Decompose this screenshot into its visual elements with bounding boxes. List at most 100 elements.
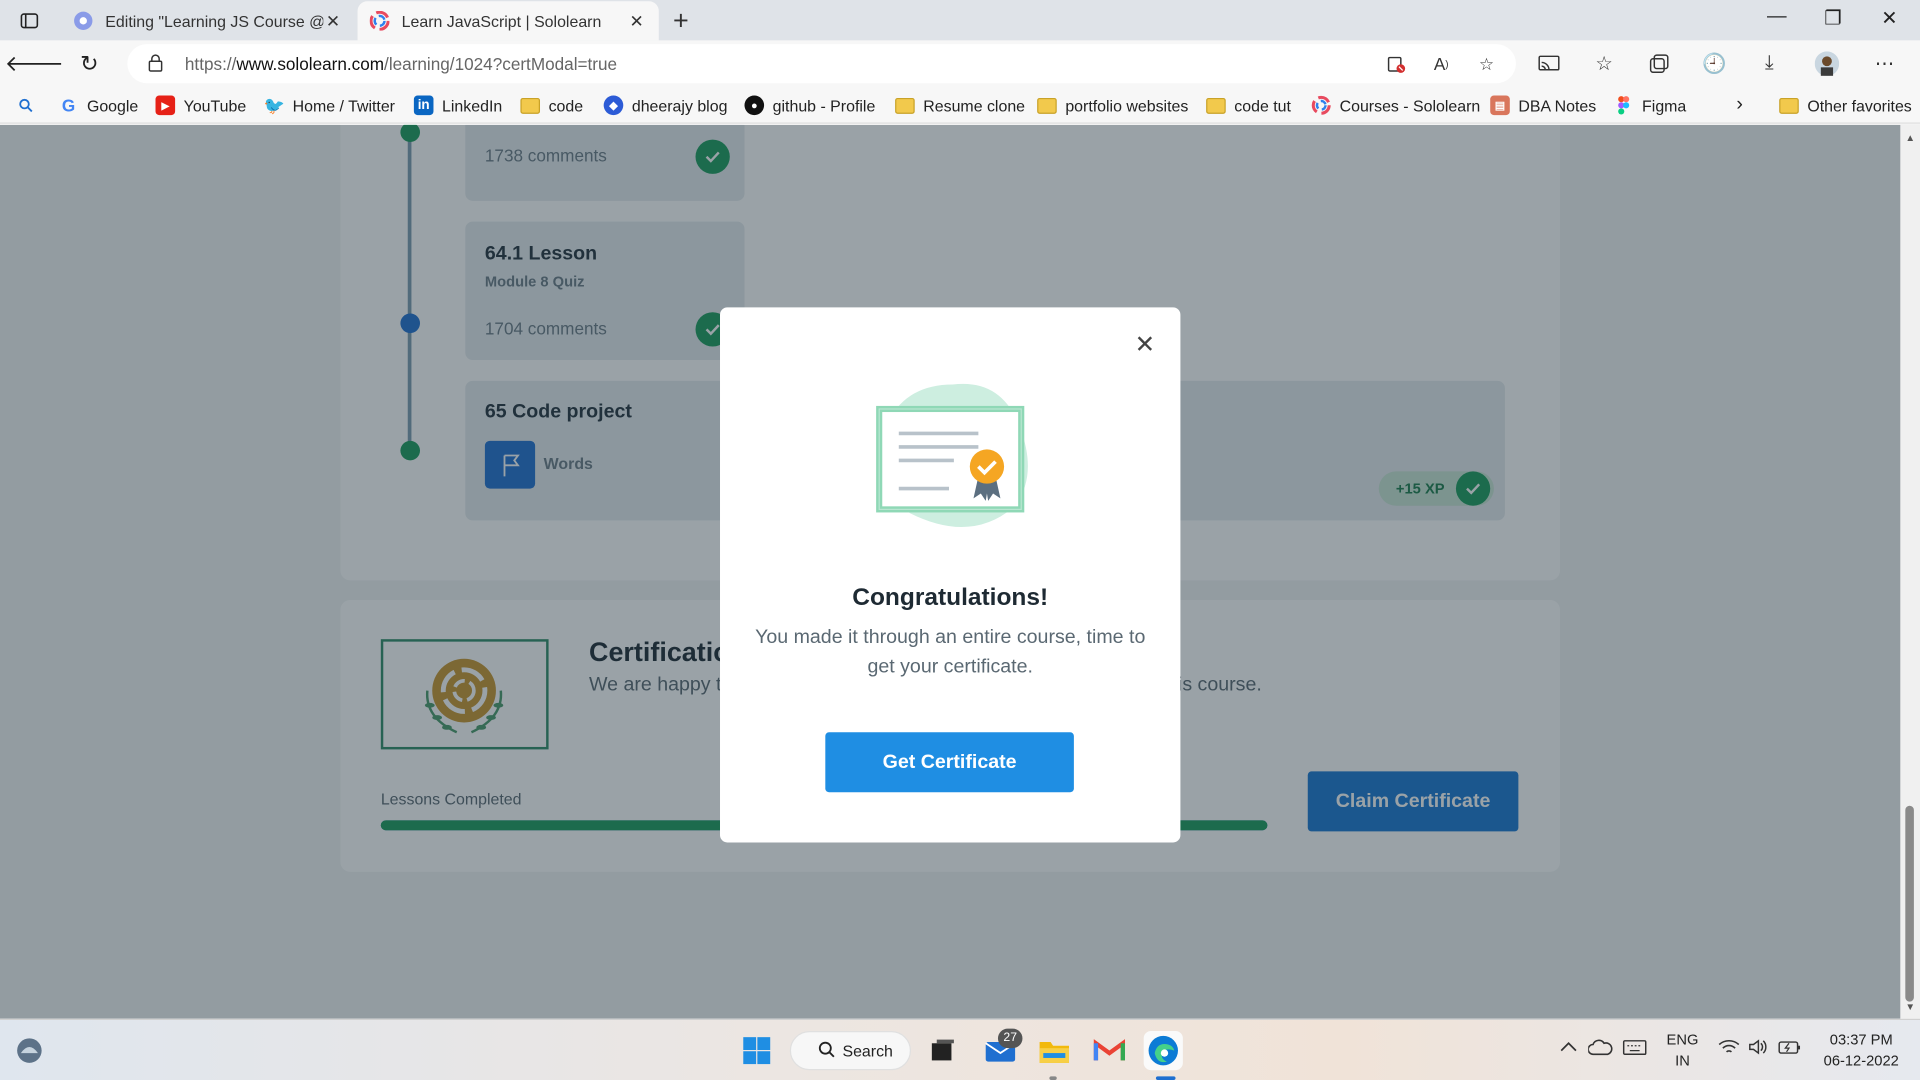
task-view-icon[interactable] — [923, 1031, 962, 1070]
certificate-illustration-icon — [876, 383, 1028, 527]
blocked-popup-icon[interactable] — [1384, 51, 1408, 75]
favorite-twitter[interactable]: 🐦 Home / Twitter — [264, 94, 395, 116]
tab-title: Learn JavaScript | Sololearn — [401, 11, 602, 31]
modal-message: You made it through an entire course, ti… — [755, 626, 1146, 678]
start-icon[interactable] — [737, 1031, 776, 1070]
read-aloud-icon[interactable]: A) — [1429, 51, 1453, 75]
tab-close-icon[interactable]: ✕ — [323, 10, 343, 31]
favorite-label: YouTube — [183, 96, 247, 115]
tab-actions-icon[interactable] — [12, 7, 46, 34]
favorite-github[interactable]: ● github - Profile — [744, 94, 875, 116]
add-favorite-icon[interactable]: ☆ — [1474, 51, 1498, 75]
mail-notification-badge: 27 — [997, 1028, 1023, 1049]
address-bar[interactable]: https://www.sololearn.com/learning/1024?… — [127, 44, 1516, 84]
tab-strip: Editing "Learning JS Course @Sc ✕ Learn … — [0, 0, 1920, 41]
language-indicator[interactable]: ENG IN — [1660, 1030, 1704, 1072]
clock-date: 06-12-2022 — [1823, 1051, 1899, 1069]
back-button[interactable]: 🡐 — [5, 49, 64, 78]
favorite-google[interactable]: G Google — [59, 94, 138, 116]
url-text[interactable]: https://www.sololearn.com/learning/1024?… — [185, 54, 617, 74]
onedrive-cloud-icon[interactable] — [1587, 1038, 1613, 1059]
language-code: ENG — [1666, 1031, 1699, 1049]
url-path: /learning/1024?certModal=true — [384, 53, 618, 74]
favorites-more-chevron-icon[interactable]: › — [1736, 94, 1743, 116]
favorite-code-folder[interactable]: code — [520, 94, 583, 116]
notes-icon: ▤ — [1490, 95, 1510, 116]
url-domain: www.sololearn.com — [236, 53, 385, 74]
page-scrollbar[interactable]: ▲ ▼ — [1900, 124, 1920, 1019]
favorites-icon[interactable]: ☆ — [1591, 50, 1618, 77]
linkedin-icon: in — [413, 95, 434, 116]
favorite-figma[interactable]: Figma — [1614, 94, 1686, 116]
scroll-down-icon[interactable]: ▼ — [1905, 1002, 1915, 1013]
region-code: IN — [1675, 1051, 1690, 1069]
refresh-button[interactable]: ↻ — [75, 49, 104, 78]
lock-icon[interactable] — [147, 53, 164, 73]
active-app-indicator — [1155, 1076, 1176, 1080]
history-icon[interactable]: 🕘 — [1701, 50, 1728, 77]
url-prefix: https:// — [184, 53, 237, 74]
favorite-youtube[interactable]: ▶ YouTube — [155, 94, 247, 116]
edge-browser-icon[interactable] — [1143, 1031, 1183, 1071]
keyboard-icon[interactable] — [1622, 1038, 1647, 1059]
scroll-up-icon[interactable]: ▲ — [1905, 132, 1915, 143]
github-icon: ● — [744, 95, 765, 116]
new-tab-button[interactable]: + — [667, 5, 694, 37]
favorite-blog[interactable]: ◆ dheerajy blog — [603, 94, 728, 116]
favorite-dba-notes[interactable]: ▤ DBA Notes — [1490, 94, 1596, 116]
sololearn-icon — [1311, 95, 1331, 115]
folder-icon — [1037, 96, 1057, 116]
favorite-resume-folder[interactable]: Resume clone — [895, 94, 1025, 116]
file-explorer-icon[interactable] — [1035, 1031, 1074, 1070]
open-app-indicator — [1049, 1076, 1057, 1080]
wifi-icon[interactable] — [1718, 1038, 1740, 1059]
tab-editing[interactable]: Editing "Learning JS Course @Sc ✕ — [61, 1, 355, 40]
search-label: Search — [842, 1041, 893, 1060]
download-icon[interactable]: ⤓ — [1756, 50, 1783, 77]
get-certificate-button[interactable]: Get Certificate — [825, 732, 1074, 793]
favorite-linkedin[interactable]: in LinkedIn — [413, 94, 503, 116]
favorite-other-folder[interactable]: Other favorites — [1779, 94, 1912, 116]
favorite-label: code — [548, 96, 584, 115]
tab-close-icon[interactable]: ✕ — [627, 10, 647, 31]
favorite-codetut-folder[interactable]: code tut — [1206, 94, 1291, 116]
sololearn-favicon-icon — [369, 11, 390, 31]
folder-icon — [1206, 96, 1226, 116]
favorite-label: LinkedIn — [442, 96, 503, 115]
favorite-label: dheerajy blog — [631, 96, 728, 115]
favorite-portfolio-folder[interactable]: portfolio websites — [1037, 94, 1188, 116]
favorite-label: code tut — [1234, 96, 1291, 115]
collections-icon[interactable] — [1646, 50, 1673, 77]
taskbar-search[interactable]: Search — [789, 1031, 912, 1071]
widgets-icon[interactable] — [10, 1031, 49, 1070]
minimize-button[interactable]: — — [1749, 6, 1805, 28]
cast-icon[interactable] — [1536, 50, 1563, 77]
close-icon[interactable]: ✕ — [1133, 329, 1157, 360]
clock[interactable]: 03:37 PM 06-12-2022 — [1812, 1030, 1910, 1072]
favorites-search-icon[interactable] — [18, 94, 33, 116]
favorite-label: Courses - Sololearn — [1339, 96, 1481, 115]
favorite-label: DBA Notes — [1518, 96, 1597, 115]
avatar[interactable] — [1813, 50, 1840, 77]
certificate-modal: ✕ Congratulations! You made it through a… — [720, 307, 1181, 843]
restore-button[interactable]: ❐ — [1805, 6, 1861, 30]
tab-sololearn[interactable]: Learn JavaScript | Sololearn ✕ — [357, 1, 659, 41]
favorite-label: Google — [86, 96, 139, 115]
volume-icon[interactable] — [1747, 1038, 1769, 1059]
favorite-sololearn[interactable]: Courses - Sololearn — [1311, 94, 1480, 116]
tray-chevron-up-icon[interactable] — [1560, 1038, 1577, 1056]
gmail-icon[interactable] — [1090, 1031, 1129, 1070]
more-menu-icon[interactable]: ⋯ — [1871, 50, 1898, 77]
scrollbar-thumb[interactable] — [1905, 805, 1914, 1002]
favorite-label: Home / Twitter — [292, 96, 395, 115]
taskbar: Search ENG IN 03:37 PM 06-12-2022 — [0, 1018, 1920, 1080]
favorite-label: Figma — [1642, 96, 1687, 115]
favorite-label: Other favorites — [1807, 96, 1912, 115]
battery-icon[interactable] — [1778, 1038, 1802, 1059]
clock-time: 03:37 PM — [1829, 1031, 1893, 1049]
page-content: 1738 comments 64.1 Lesson Module 8 Quiz … — [0, 124, 1901, 1019]
favorites-bar: G Google ▶ YouTube 🐦 Home / Twitter in Linke… — [0, 86, 1920, 124]
favorite-label: github - Profile — [772, 96, 876, 115]
close-window-button[interactable]: ✕ — [1861, 6, 1917, 30]
modal-title: Congratulations! — [852, 584, 1049, 612]
